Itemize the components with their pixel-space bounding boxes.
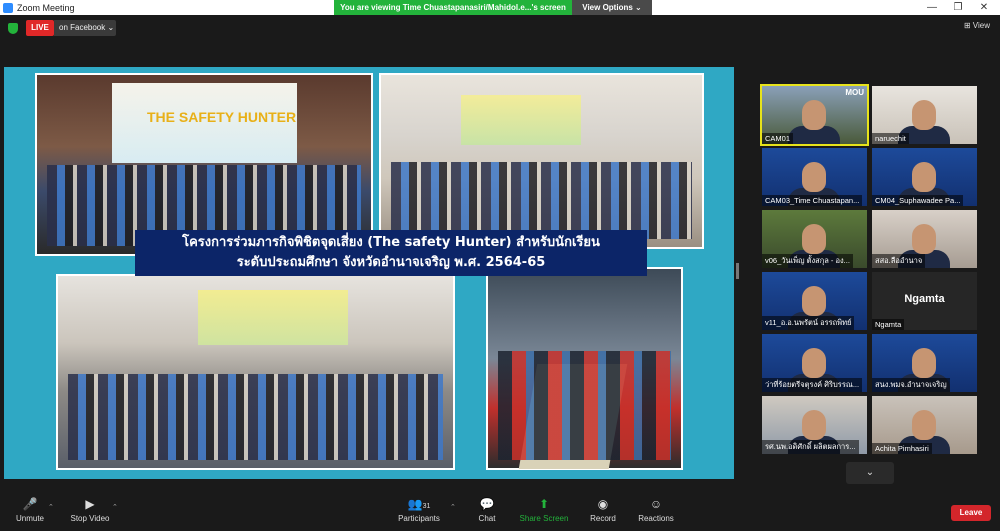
participant-tile[interactable]: สสอ.ลืออำนาจ	[872, 210, 977, 268]
share-screen-icon: ⬆	[538, 497, 550, 511]
event-banner	[461, 95, 581, 145]
close-button[interactable]: ✕	[970, 0, 998, 15]
participant-face	[802, 224, 826, 254]
participant-face	[802, 100, 826, 130]
participant-name-label: รศ.นพ.อดิศักดิ์ ผลิตผลการ...	[762, 440, 859, 454]
event-photo-1: THE SAFETY HUNTER	[35, 73, 373, 256]
video-options-chevron-icon[interactable]: ⌃	[112, 503, 118, 511]
audio-options-chevron-icon[interactable]: ⌃	[48, 503, 54, 511]
participants-label: Participants	[398, 514, 440, 523]
event-photo-2	[379, 73, 704, 249]
group-crowd	[68, 373, 443, 460]
participant-face	[912, 162, 936, 192]
stop-video-button[interactable]: ▶ Stop Video	[68, 497, 112, 523]
participant-tile[interactable]: naruechit	[872, 86, 977, 144]
participant-name-label: Ngamta	[872, 319, 905, 330]
participant-face	[802, 348, 826, 378]
zoom-app-icon	[3, 2, 13, 13]
gallery-next-page-button[interactable]: ⌄	[846, 462, 894, 484]
muted-microphone-icon: 🎤	[22, 497, 38, 511]
participant-face	[912, 348, 936, 378]
participant-face	[802, 162, 826, 192]
record-button[interactable]: ◉ Record	[586, 497, 620, 523]
view-options-button[interactable]: View Options ⌄	[572, 0, 652, 15]
participant-tile[interactable]: MOU CAM01	[760, 84, 869, 146]
panel-resize-handle[interactable]	[736, 263, 739, 279]
share-screen-label: Share Screen	[519, 514, 569, 523]
meeting-top-bar	[0, 15, 1000, 40]
event-photo-3	[56, 274, 455, 470]
screen-share-banner: You are viewing Time Chuastapanasiri/Mah…	[334, 0, 652, 15]
record-icon: ◉	[597, 497, 609, 511]
participant-name-label: Achita Pimhasiri	[872, 443, 932, 454]
live-badge[interactable]: LIVE	[26, 20, 54, 36]
participant-face	[912, 100, 936, 130]
event-photo-4	[486, 267, 683, 470]
participants-options-chevron-icon[interactable]: ⌃	[450, 503, 456, 511]
participants-count: 31	[422, 503, 431, 510]
live-target-dropdown[interactable]: on Facebook ⌄	[54, 20, 116, 36]
participant-name-label: สนง.พมจ.อำนาจเจริญ	[872, 378, 950, 392]
group-crowd	[391, 161, 692, 239]
participant-tile[interactable]: รศ.นพ.อดิศักดิ์ ผลิตผลการ...	[762, 396, 867, 454]
group-crowd	[498, 350, 671, 460]
participant-name-label: สสอ.ลืออำนาจ	[872, 254, 926, 268]
minimize-button[interactable]: —	[918, 0, 946, 15]
participant-face	[912, 410, 936, 440]
participant-face	[912, 224, 936, 254]
participant-name-label: naruechit	[872, 133, 909, 144]
view-button[interactable]: ⊞ View	[964, 21, 990, 30]
participant-tile[interactable]: Achita Pimhasiri	[872, 396, 977, 454]
video-camera-icon: ▶	[85, 497, 95, 511]
participant-name-placeholder: Ngamta	[904, 293, 945, 305]
smiley-icon: ☺	[649, 497, 663, 511]
caption-line-2: ระดับประถมศึกษา จังหวัดอำนาจเจริญ พ.ศ. 2…	[236, 255, 546, 270]
participant-tile[interactable]: v11_อ.อ.นพรัตน์ อรรถพิทย์	[762, 272, 867, 330]
stop-video-label: Stop Video	[70, 514, 110, 523]
window-title: Zoom Meeting	[17, 2, 75, 13]
participant-tile[interactable]: CAM03_Time Chuastapan...	[762, 148, 867, 206]
participant-name-label: v06_วันเพ็ญ ตั้งสกุล - อง...	[762, 254, 853, 268]
participant-tile[interactable]: ว่าที่ร้อยตรีจตุรงค์ ศิริบรรณ...	[762, 334, 867, 392]
participant-name-label: ว่าที่ร้อยตรีจตุรงค์ ศิริบรรณ...	[762, 378, 863, 392]
participant-name-label: CAM01	[762, 133, 794, 144]
participant-name-label: CM04_Suphawadee Pa...	[872, 195, 964, 206]
participants-button[interactable]: 👥31 Participants	[396, 497, 442, 523]
security-shield-icon[interactable]	[8, 23, 18, 34]
viewing-message: You are viewing Time Chuastapanasiri/Mah…	[334, 0, 572, 15]
reactions-button[interactable]: ☺ Reactions	[636, 497, 676, 523]
chat-bubble-icon: 💬	[479, 497, 495, 511]
record-label: Record	[590, 514, 616, 523]
leave-button[interactable]: Leave	[951, 505, 991, 521]
unmute-button[interactable]: 🎤 Unmute	[10, 497, 50, 523]
chat-button[interactable]: 💬 Chat	[472, 497, 502, 523]
maximize-button[interactable]: ❐	[944, 0, 972, 15]
event-banner	[198, 290, 348, 345]
participant-name-label: CAM03_Time Chuastapan...	[762, 195, 863, 206]
caption-line-1: โครงการร่วมภารกิจพิชิตจุดเสี่ยง (The saf…	[182, 235, 600, 250]
slide-caption: โครงการร่วมภารกิจพิชิตจุดเสี่ยง (The saf…	[135, 230, 647, 276]
corner-watermark: MOU	[845, 88, 864, 97]
reactions-label: Reactions	[638, 514, 674, 523]
participant-face	[802, 286, 826, 316]
participant-face	[802, 410, 826, 440]
participant-name-label: v11_อ.อ.นพรัตน์ อรรถพิทย์	[762, 316, 855, 330]
share-screen-button[interactable]: ⬆ Share Screen	[518, 497, 570, 523]
banner-title: THE SAFETY HUNTER	[147, 109, 297, 125]
chat-label: Chat	[478, 514, 496, 523]
participant-tile[interactable]: Ngamta Ngamta	[872, 272, 977, 330]
unmute-label: Unmute	[15, 514, 44, 523]
participant-tile[interactable]: CM04_Suphawadee Pa...	[872, 148, 977, 206]
shared-screen: THE SAFETY HUNTER โครงการร่วมภารกิจพิชิต…	[4, 67, 734, 479]
participant-tile[interactable]: v06_วันเพ็ญ ตั้งสกุล - อง...	[762, 210, 867, 268]
participants-icon: 👥31	[407, 497, 431, 511]
participant-tile[interactable]: สนง.พมจ.อำนาจเจริญ	[872, 334, 977, 392]
